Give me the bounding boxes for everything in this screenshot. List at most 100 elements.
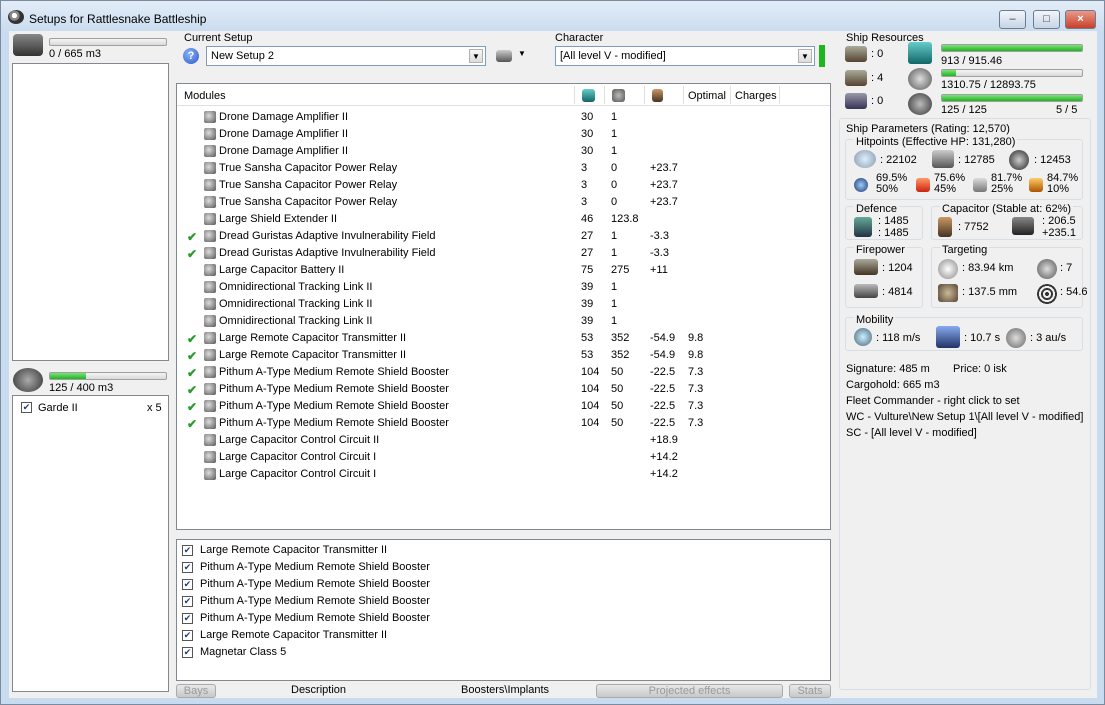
powergrid-icon[interactable] xyxy=(612,89,625,102)
module-row[interactable]: ✔ Dread Guristas Adaptive Invulnerability… xyxy=(177,245,829,262)
cargo-list[interactable] xyxy=(12,63,169,361)
module-row[interactable]: Large Capacitor Control Circuit II +18.9 xyxy=(177,432,829,449)
module-powergrid: 0 xyxy=(611,179,618,191)
character-select[interactable]: [All level V - modified] ▼ xyxy=(555,46,815,66)
powergrid-bar xyxy=(941,69,1083,77)
projected-effect-checkbox[interactable]: ✔ xyxy=(182,579,193,590)
thermal-resistance-icon xyxy=(916,178,930,192)
title-bar[interactable]: Setups for Rattlesnake Battleship – □ × xyxy=(1,1,1104,33)
capacitor-icon[interactable] xyxy=(652,89,663,102)
minimize-button[interactable]: – xyxy=(999,10,1026,29)
projected-effect-row[interactable]: ✔ Pithum A-Type Medium Remote Shield Boos… xyxy=(177,576,829,593)
projected-effect-row[interactable]: ✔ Pithum A-Type Medium Remote Shield Boos… xyxy=(177,593,829,610)
setup-select[interactable]: New Setup 2 ▼ xyxy=(206,46,486,66)
drone-damage-amplifier-icon xyxy=(204,111,216,123)
module-row[interactable]: Drone Damage Amplifier II 30 1 xyxy=(177,143,829,160)
module-row[interactable]: Large Shield Extender II 46 123.8 xyxy=(177,211,829,228)
scan-resolution-icon xyxy=(938,284,958,302)
module-cpu: 3 xyxy=(581,196,588,208)
module-row[interactable]: Large Capacitor Control Circuit I +14.2 xyxy=(177,466,829,483)
module-cpu: 104 xyxy=(581,366,600,378)
drone-checkbox[interactable]: ✔ xyxy=(21,402,32,413)
module-name: Drone Damage Amplifier II xyxy=(219,145,348,157)
signature-radius: Signature: 485 m xyxy=(846,363,930,375)
projected-effect-row[interactable]: ✔ Pithum A-Type Medium Remote Shield Boos… xyxy=(177,610,829,627)
module-row[interactable]: ✔ Large Remote Capacitor Transmitter II 53… xyxy=(177,330,829,347)
wing-commander[interactable]: WC - Vulture\New Setup 1\[All level V - … xyxy=(846,411,1083,423)
module-row[interactable]: True Sansha Capacitor Power Relay 3 0 +23.7 xyxy=(177,177,829,194)
dropdown-arrow-icon[interactable]: ▼ xyxy=(518,49,526,58)
module-cpu: 46 xyxy=(581,213,594,225)
module-row[interactable]: ✔ Pithum A-Type Medium Remote Shield Boos… xyxy=(177,381,829,398)
module-row[interactable]: ✔ Dread Guristas Adaptive Invulnerability… xyxy=(177,228,829,245)
thermal-resistance-2: 45% xyxy=(934,183,957,195)
tab-stats[interactable]: Stats xyxy=(789,684,831,698)
structure-hp: : 12453 xyxy=(1034,154,1071,166)
velocity: : 118 m/s xyxy=(876,332,921,344)
module-row[interactable]: Large Capacitor Battery II 75 275 +11 xyxy=(177,262,829,279)
projected-effect-row[interactable]: ✔ Pithum A-Type Medium Remote Shield Boos… xyxy=(177,559,829,576)
projected-effect-name: Pithum A-Type Medium Remote Shield Boost… xyxy=(200,612,430,624)
tab-description[interactable]: Description xyxy=(291,684,346,696)
setup-window: Setups for Rattlesnake Battleship – □ × … xyxy=(0,0,1105,705)
optimal-column-header[interactable]: Optimal xyxy=(688,90,726,102)
projected-effect-row[interactable]: ✔ Large Remote Capacitor Transmitter II xyxy=(177,542,829,559)
module-optimal: 9.8 xyxy=(688,332,704,344)
module-name: True Sansha Capacitor Power Relay xyxy=(219,179,398,191)
module-row[interactable]: ✔ Pithum A-Type Medium Remote Shield Boos… xyxy=(177,364,829,381)
module-capacitor: +14.2 xyxy=(650,451,678,463)
projected-effect-checkbox[interactable]: ✔ xyxy=(182,613,193,624)
module-row[interactable]: Drone Damage Amplifier II 30 1 xyxy=(177,126,829,143)
module-name: Drone Damage Amplifier II xyxy=(219,111,348,123)
tab-bays[interactable]: Bays xyxy=(176,684,216,698)
capacitor-rate-2: +235.1 xyxy=(1042,227,1076,239)
projected-effect-checkbox[interactable]: ✔ xyxy=(182,630,193,641)
module-row[interactable]: ✔ Large Remote Capacitor Transmitter II 53… xyxy=(177,347,829,364)
drone-toggle-icon[interactable] xyxy=(496,50,512,62)
drone-list[interactable]: ✔ Garde II x 5 xyxy=(12,395,169,692)
tracking-link-icon xyxy=(204,315,216,327)
module-row[interactable]: Omnidirectional Tracking Link II 39 1 xyxy=(177,313,829,330)
online-check-icon: ✔ xyxy=(187,230,198,244)
projected-effect-row[interactable]: ✔ Large Remote Capacitor Transmitter II xyxy=(177,627,829,644)
tab-boosters-implants[interactable]: Boosters\Implants xyxy=(461,684,549,696)
projected-effect-checkbox[interactable]: ✔ xyxy=(182,562,193,573)
modules-table[interactable]: Modules Optimal Charges Drone Damage Amp… xyxy=(176,83,831,530)
active-drones: 5 / 5 xyxy=(1056,104,1078,116)
projected-effects-list[interactable]: ✔ Large Remote Capacitor Transmitter II ✔ P… xyxy=(176,539,831,681)
maximize-button[interactable]: □ xyxy=(1033,10,1060,29)
module-row[interactable]: Omnidirectional Tracking Link II 39 1 xyxy=(177,279,829,296)
close-button[interactable]: × xyxy=(1065,10,1096,29)
module-row[interactable]: True Sansha Capacitor Power Relay 3 0 +23.7 xyxy=(177,194,829,211)
module-capacitor: +18.9 xyxy=(650,434,678,446)
module-powergrid: 123.8 xyxy=(611,213,639,225)
kinetic-resistance-icon xyxy=(973,178,987,192)
squad-commander[interactable]: SC - [All level V - modified] xyxy=(846,427,977,439)
capacitor-group: Capacitor (Stable at: 62%) : 7752 : 206.… xyxy=(931,203,1083,240)
projected-effect-checkbox[interactable]: ✔ xyxy=(182,647,193,658)
projected-effect-row[interactable]: ✔ Magnetar Class 5 xyxy=(177,644,829,661)
online-check-icon: ✔ xyxy=(187,417,198,431)
module-row[interactable]: Drone Damage Amplifier II 30 1 xyxy=(177,109,829,126)
charges-column-header[interactable]: Charges xyxy=(735,90,777,102)
module-capacitor: +11 xyxy=(650,264,668,276)
module-row[interactable]: ✔ Pithum A-Type Medium Remote Shield Boos… xyxy=(177,415,829,432)
help-icon[interactable]: ? xyxy=(183,48,199,64)
column-divider xyxy=(779,86,780,104)
module-row[interactable]: ✔ Pithum A-Type Medium Remote Shield Boos… xyxy=(177,398,829,415)
cpu-bar xyxy=(941,44,1083,52)
modules-column-header[interactable]: Modules xyxy=(184,90,226,102)
tab-projected-effects[interactable]: Projected effects xyxy=(596,684,783,698)
module-row[interactable]: Large Capacitor Control Circuit I +14.2 xyxy=(177,449,829,466)
tracking-link-icon xyxy=(204,298,216,310)
current-setup-label: Current Setup xyxy=(184,32,253,44)
rig-slot-icon xyxy=(845,93,867,109)
projected-effect-checkbox[interactable]: ✔ xyxy=(182,596,193,607)
module-row[interactable]: True Sansha Capacitor Power Relay 3 0 +23.7 xyxy=(177,160,829,177)
fleet-commander[interactable]: Fleet Commander - right click to set xyxy=(846,395,1020,407)
projected-effect-name: Large Remote Capacitor Transmitter II xyxy=(200,629,388,641)
module-capacitor: -54.9 xyxy=(650,349,676,361)
module-row[interactable]: Omnidirectional Tracking Link II 39 1 xyxy=(177,296,829,313)
projected-effect-checkbox[interactable]: ✔ xyxy=(182,545,193,556)
cpu-icon[interactable] xyxy=(582,89,595,102)
